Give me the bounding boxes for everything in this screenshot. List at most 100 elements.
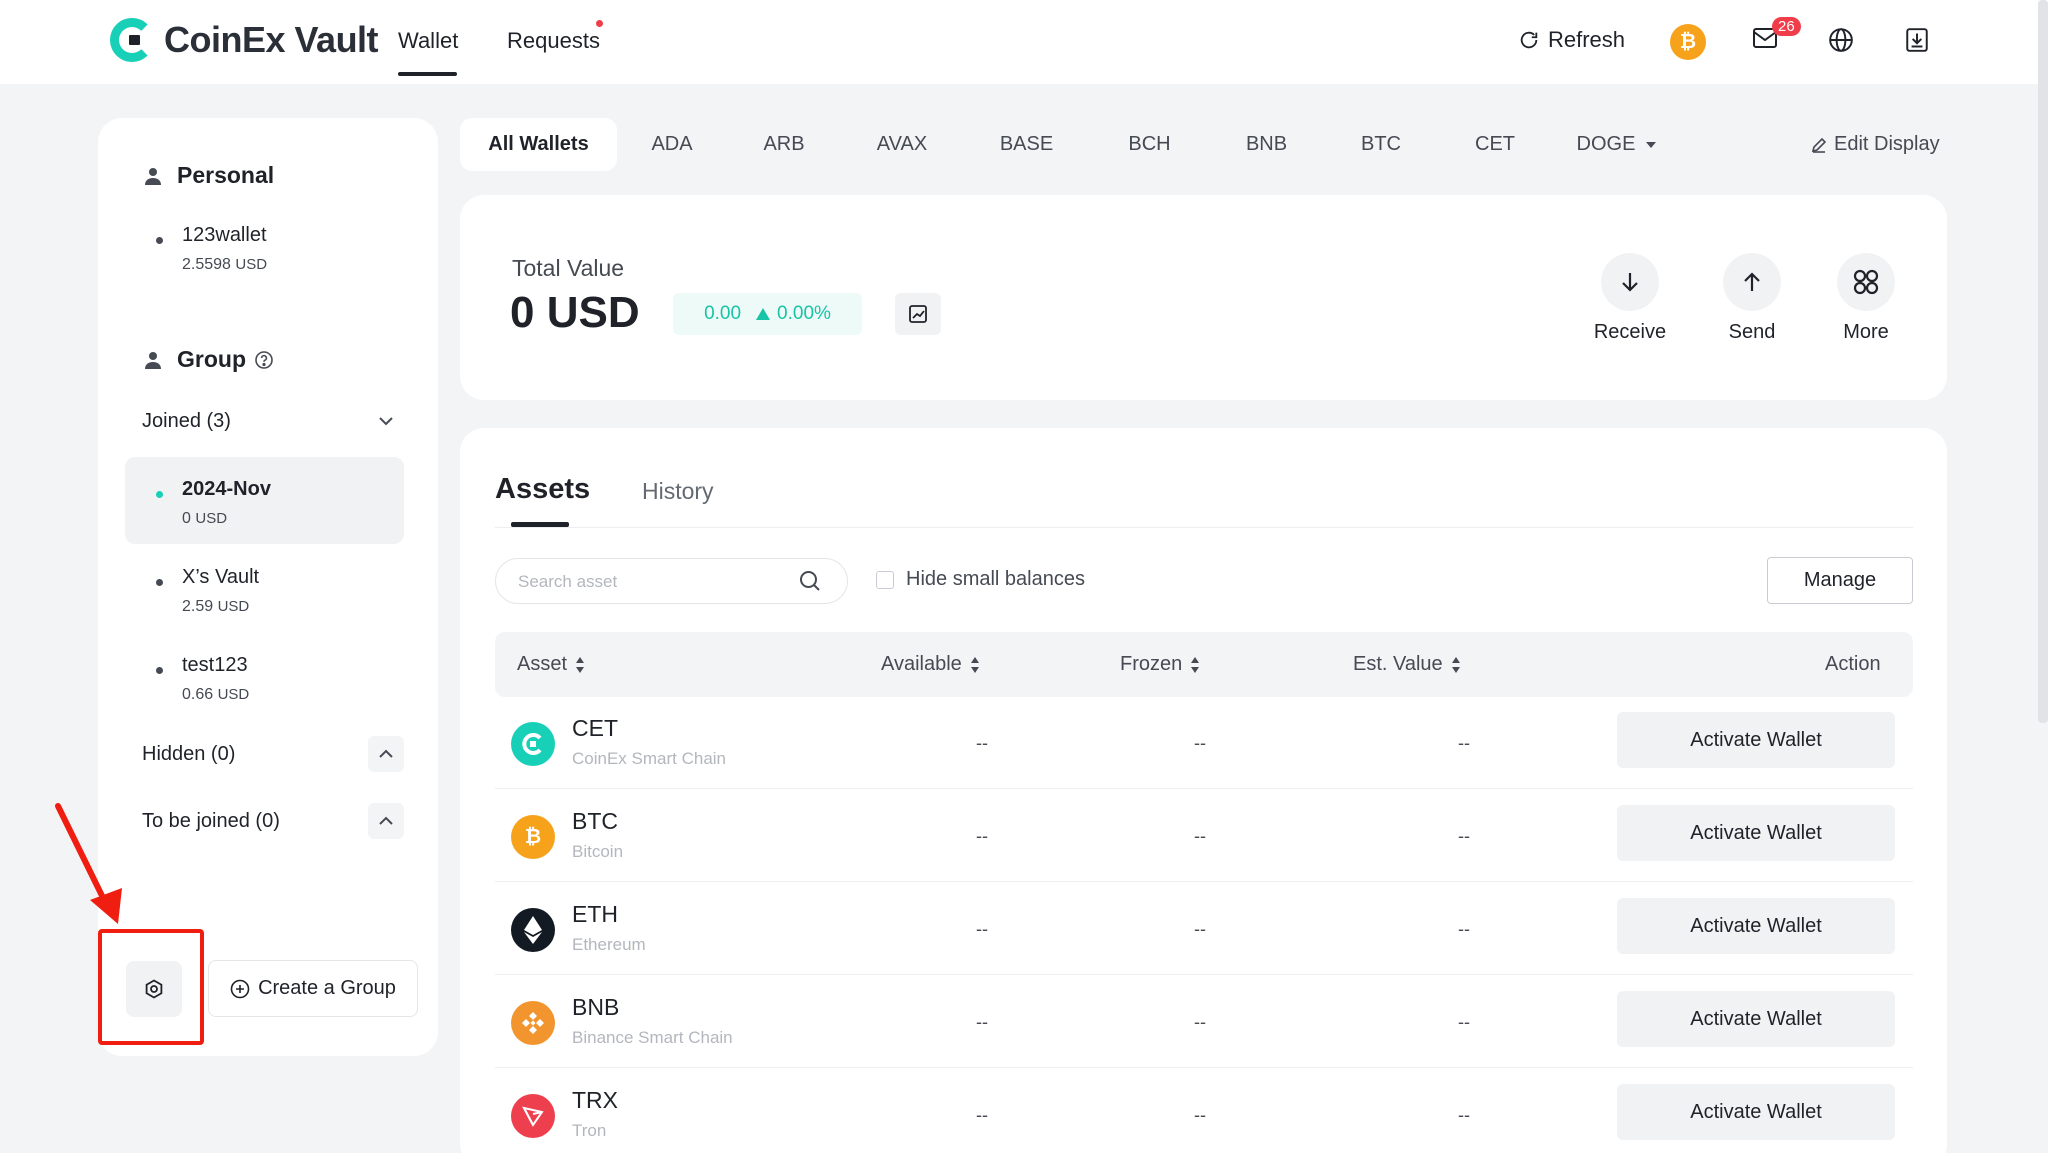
assets-table-header: Asset Available Frozen Est. Value Action [495, 632, 1913, 697]
asset-symbol: CET [572, 715, 618, 741]
table-row: ETH Ethereum -- -- -- Activate Wallet [495, 883, 1913, 975]
to-be-joined-toggle[interactable]: To be joined (0) [142, 803, 404, 839]
wallet-amount: 2.59 USD [182, 598, 250, 615]
tab-all-wallets[interactable]: All Wallets [460, 118, 617, 171]
create-group-button[interactable]: Create a Group [208, 960, 418, 1017]
manage-button[interactable]: Manage [1767, 557, 1913, 604]
hide-small-checkbox[interactable] [876, 570, 894, 589]
hidden-label: Hidden (0) [142, 742, 236, 765]
asset-search [495, 558, 848, 604]
search-input[interactable] [518, 569, 778, 595]
asset-chain: CoinEx Smart Chain [572, 749, 727, 768]
arrow-up-icon [1723, 253, 1781, 311]
tab-assets[interactable]: Assets [495, 473, 590, 506]
more-button[interactable]: More [1806, 253, 1926, 344]
activate-wallet-button[interactable]: Activate Wallet [1617, 898, 1895, 954]
est-value: -- [1458, 919, 1470, 939]
globe-icon[interactable] [1828, 27, 1854, 53]
est-value: -- [1458, 1012, 1470, 1032]
tab-history[interactable]: History [642, 478, 714, 505]
tab-cet[interactable]: CET [1438, 118, 1552, 171]
receive-button[interactable]: Receive [1570, 253, 1690, 344]
mail-count-badge: 26 [1772, 17, 1801, 36]
sort-icon [576, 656, 585, 673]
wallet-dot [156, 491, 163, 498]
est-value: -- [1458, 733, 1470, 753]
help-icon[interactable] [254, 350, 274, 370]
tab-doge-dropdown[interactable]: DOGE [1552, 118, 1682, 171]
wallet-name: test123 [182, 654, 248, 676]
search-icon[interactable] [798, 569, 822, 593]
chevron-up-icon[interactable] [368, 736, 404, 772]
value-chart-button[interactable] [895, 293, 941, 335]
table-row: BNB Binance Smart Chain -- -- -- Activat… [495, 976, 1913, 1068]
tabs-divider [495, 527, 1913, 528]
column-asset[interactable]: Asset [517, 653, 585, 676]
arrow-down-icon [1601, 253, 1659, 311]
tab-ada[interactable]: ADA [617, 118, 727, 171]
wallet-name: 2024-Nov [182, 478, 271, 500]
sidebar [98, 118, 438, 1056]
refresh-icon [1520, 31, 1538, 49]
send-button[interactable]: Send [1692, 253, 1812, 344]
download-icon[interactable] [1904, 27, 1930, 53]
tab-base[interactable]: BASE [963, 118, 1090, 171]
to-be-joined-label: To be joined (0) [142, 809, 280, 832]
table-row: ₿ BTC Bitcoin -- -- -- Activate Wallet [495, 790, 1913, 882]
eth-coin-icon [511, 908, 555, 952]
edit-display-button[interactable]: Edit Display [1810, 133, 1940, 156]
nav-tab-requests[interactable]: Requests [507, 28, 600, 54]
wallet-dot [156, 237, 163, 244]
wallet-amount: 0 USD [182, 510, 228, 527]
available-value: -- [976, 733, 988, 753]
tab-bnb[interactable]: BNB [1209, 118, 1324, 171]
annotation-arrow-icon [55, 803, 122, 924]
refresh-label: Refresh [1548, 27, 1626, 52]
asset-chain: Binance Smart Chain [572, 1028, 733, 1047]
wallet-name: 123wallet [182, 224, 267, 246]
tab-bch[interactable]: BCH [1090, 118, 1209, 171]
nav-tab-wallet[interactable]: Wallet [398, 28, 458, 54]
change-percent: 0.00% [755, 303, 831, 325]
value-change-badge: 0.00 0.00% [673, 293, 862, 335]
page-scrollbar[interactable] [2038, 0, 2048, 723]
hidden-toggle[interactable]: Hidden (0) [142, 736, 404, 772]
logo-text: CoinEx Vault [164, 19, 379, 60]
btc-coin-icon: ₿ [511, 815, 555, 859]
bitcoin-icon[interactable]: ₿ [1670, 24, 1706, 60]
trx-coin-icon [511, 1094, 555, 1138]
activate-wallet-button[interactable]: Activate Wallet [1617, 712, 1895, 768]
bnb-coin-icon [511, 1001, 555, 1045]
sort-icon [1451, 656, 1460, 673]
available-value: -- [976, 1105, 988, 1125]
group-section-title: Group [143, 346, 274, 373]
frozen-value: -- [1194, 919, 1206, 939]
tab-arb[interactable]: ARB [727, 118, 841, 171]
triangle-up-icon [756, 308, 771, 320]
activate-wallet-button[interactable]: Activate Wallet [1617, 1084, 1895, 1140]
table-row: CET CoinEx Smart Chain -- -- -- Activate… [495, 697, 1913, 789]
column-est-value[interactable]: Est. Value [1353, 653, 1461, 676]
chevron-down-icon[interactable] [368, 403, 404, 439]
tab-avax[interactable]: AVAX [841, 118, 963, 171]
joined-toggle[interactable]: Joined (3) [142, 403, 404, 439]
refresh-button[interactable]: Refresh [1518, 27, 1625, 53]
table-row: TRX Tron -- -- -- Activate Wallet [495, 1069, 1913, 1153]
asset-symbol: BTC [572, 808, 618, 834]
sort-icon [970, 656, 979, 673]
asset-symbol: TRX [572, 1087, 618, 1113]
column-available[interactable]: Available [881, 653, 980, 676]
activate-wallet-button[interactable]: Activate Wallet [1617, 991, 1895, 1047]
tab-btc[interactable]: BTC [1324, 118, 1438, 171]
column-frozen[interactable]: Frozen [1120, 653, 1200, 676]
total-value-amount: 0 USD [510, 288, 640, 337]
app-logo[interactable]: CoinEx Vault [110, 18, 379, 62]
wallet-dot [156, 667, 163, 674]
chevron-up-icon[interactable] [368, 803, 404, 839]
available-value: -- [976, 1012, 988, 1032]
hide-small-balances-toggle[interactable]: Hide small balances [876, 568, 1085, 591]
wallet-amount: 0.66 USD [182, 686, 250, 703]
sort-icon [1191, 656, 1200, 673]
activate-wallet-button[interactable]: Activate Wallet [1617, 805, 1895, 861]
asset-symbol: BNB [572, 994, 620, 1020]
